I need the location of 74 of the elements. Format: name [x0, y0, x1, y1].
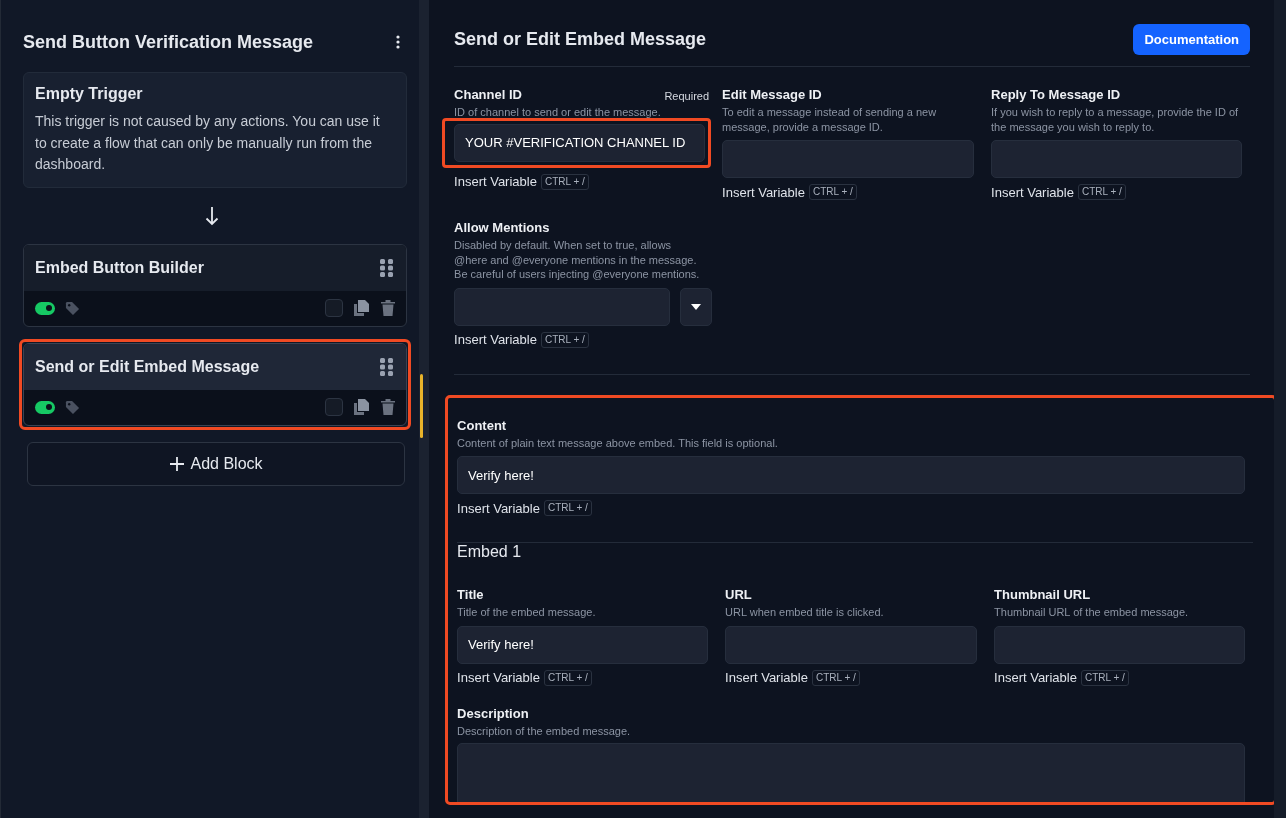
documentation-button[interactable]: Documentation: [1133, 24, 1251, 55]
keyboard-shortcut: CTRL + /: [540, 331, 589, 348]
block-card[interactable]: Send or Edit Embed Message: [23, 342, 408, 426]
field-label: Thumbnail URL: [994, 587, 1091, 602]
field-description: Thumbnail URL of the embed message.: [994, 605, 1189, 620]
text-field[interactable]: [725, 625, 978, 664]
field-label: Allow Mentions: [454, 220, 550, 235]
panel-title: Send or Edit Embed Message: [454, 29, 707, 50]
flow-title: Send Button Verification Message: [23, 31, 314, 53]
scrollbar[interactable]: [419, 0, 430, 818]
trash-icon[interactable]: [380, 398, 397, 416]
block-card[interactable]: Embed Button Builder: [23, 243, 408, 327]
caret-icon: [691, 303, 702, 310]
drag-handle-icon[interactable]: [380, 357, 395, 376]
block-title: Send or Edit Embed Message: [35, 357, 260, 376]
copy-icon[interactable]: [353, 299, 371, 317]
keyboard-shortcut: CTRL + /: [543, 500, 592, 516]
insert-variable-link[interactable]: Insert Variable: [994, 670, 1077, 685]
more-menu-icon[interactable]: [396, 35, 401, 49]
field-description: Description of the embed message.: [457, 723, 631, 738]
tag-icon[interactable]: [65, 300, 80, 316]
trigger-title: Empty Trigger: [35, 85, 144, 103]
text-field[interactable]: [991, 140, 1243, 178]
plus-icon: [169, 456, 184, 471]
insert-variable-link[interactable]: Insert Variable: [457, 500, 540, 516]
insert-variable-link[interactable]: Insert Variable: [457, 670, 540, 685]
trash-icon[interactable]: [380, 299, 397, 317]
drag-handle-icon[interactable]: [380, 258, 395, 277]
text-field[interactable]: YOUR #VERIFICATION CHANNEL ID: [454, 123, 706, 162]
keyboard-shortcut: CTRL + /: [808, 184, 857, 200]
field-label: Title: [457, 587, 484, 602]
insert-variable-link[interactable]: Insert Variable: [991, 184, 1074, 200]
field-label: Edit Message ID: [722, 87, 822, 102]
text-field[interactable]: [994, 625, 1246, 664]
field-description: ID of channel to send or edit the message.: [454, 105, 662, 120]
block-title: Embed Button Builder: [35, 258, 204, 277]
trigger-card[interactable]: Empty Trigger This trigger is not caused by any actions. You can use it to create a flow that can only be manually run from the dashboard.: [23, 72, 408, 188]
scrollbar[interactable]: [1274, 0, 1286, 818]
field-description: Content of plain text message above embed. This field is optional.: [457, 435, 778, 450]
add-block-button[interactable]: Add Block: [27, 441, 406, 486]
insert-variable-link[interactable]: Insert Variable: [454, 332, 537, 347]
field-label: URL: [725, 587, 752, 602]
keyboard-shortcut: CTRL + /: [1080, 669, 1129, 686]
tag-icon[interactable]: [65, 399, 80, 415]
text-field[interactable]: [454, 287, 671, 326]
toggle-switch[interactable]: [35, 301, 55, 315]
down-arrow-icon: [205, 205, 220, 226]
keyboard-shortcut: CTRL + /: [543, 669, 592, 686]
trigger-description: This trigger is not caused by any actions. You can use it to create a flow that can only be manually run from the dashboard.: [35, 112, 381, 174]
checkbox[interactable]: [325, 398, 344, 416]
field-description: Disabled by default. When set to true, allows @here and @everyone mentions in the message. Be careful of users injecting @everyone mentions.: [454, 238, 701, 282]
checkbox[interactable]: [325, 299, 344, 317]
keyboard-shortcut: CTRL + /: [540, 173, 589, 190]
keyboard-shortcut: CTRL + /: [811, 669, 860, 686]
toggle-switch[interactable]: [35, 400, 55, 414]
text-field[interactable]: Verify here!: [457, 625, 709, 664]
field-description: To edit a message instead of sending a new message, provide a message ID.: [722, 105, 938, 134]
field-description: URL when embed title is clicked.: [725, 605, 884, 620]
field-description: Title of the embed message.: [457, 605, 596, 620]
keyboard-shortcut: CTRL + /: [1077, 184, 1126, 200]
insert-variable-link[interactable]: Insert Variable: [725, 670, 808, 685]
field-description: If you wish to reply to a message, provide the ID of the message you wish to reply to.: [991, 105, 1240, 134]
dropdown-button[interactable]: [680, 287, 713, 326]
copy-icon[interactable]: [353, 398, 371, 416]
field-label: Reply To Message ID: [991, 87, 1121, 102]
insert-variable-link[interactable]: Insert Variable: [722, 184, 805, 200]
required-label: Required: [664, 90, 710, 102]
field-label: Description: [457, 705, 529, 721]
field-label: Content: [457, 417, 507, 433]
text-field[interactable]: [722, 140, 975, 178]
text-field[interactable]: Verify here!: [457, 456, 1246, 494]
embed-heading: Embed 1: [457, 543, 522, 560]
insert-variable-link[interactable]: Insert Variable: [454, 174, 537, 189]
field-label: Channel ID: [454, 87, 522, 102]
